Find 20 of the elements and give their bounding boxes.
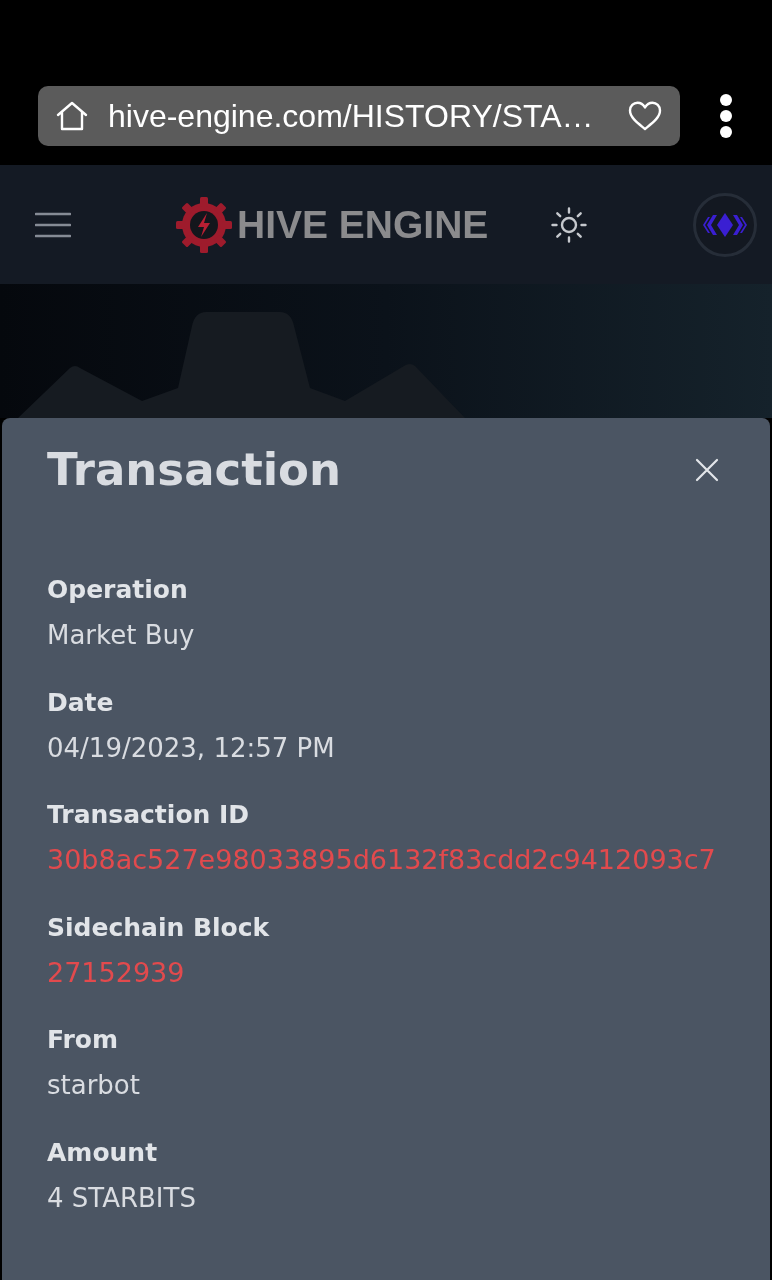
address-bar[interactable]: hive-engine.com/HISTORY/STA… [38, 86, 680, 146]
field-label: Date [47, 686, 114, 719]
field-label: Sidechain Block [47, 911, 270, 944]
field-label: Transaction ID [47, 799, 250, 831]
field-value: starbot [47, 1069, 140, 1102]
sun-icon[interactable] [551, 206, 587, 243]
field-value: 4 STARBITS [47, 1181, 196, 1215]
logo-text[interactable]: HIVE ENGINE [237, 202, 489, 247]
close-icon[interactable] [695, 458, 719, 482]
heart-icon[interactable] [628, 101, 662, 131]
field-label: Amount [47, 1136, 158, 1169]
dialog-title: Transaction [47, 442, 342, 498]
field-value: Market Buy [47, 619, 195, 652]
field-label: Operation [47, 574, 188, 606]
menu-icon[interactable] [35, 211, 71, 238]
field-label: From [47, 1024, 119, 1056]
home-icon[interactable] [56, 101, 88, 131]
more-options-icon[interactable] [719, 93, 733, 139]
url-text: hive-engine.com/HISTORY/STA… [108, 97, 594, 135]
field-value: 04/19/2023, 12:57 PM [47, 731, 335, 765]
